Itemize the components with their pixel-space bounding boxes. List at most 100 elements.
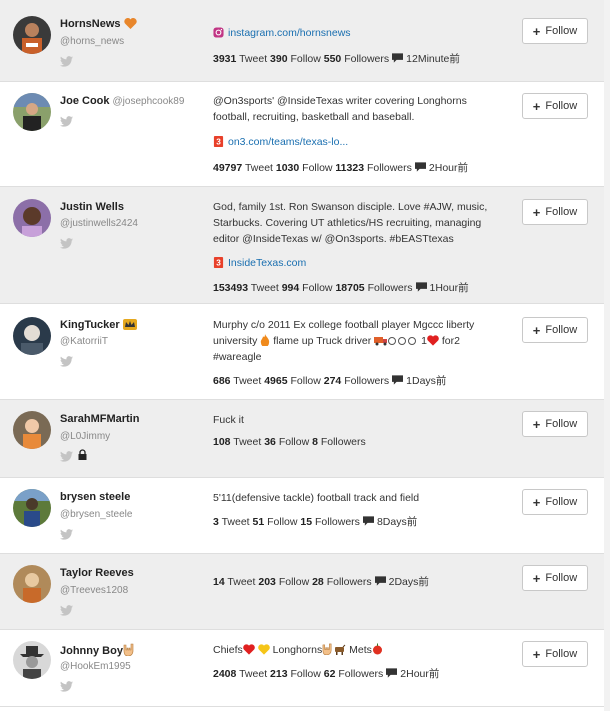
scrollbar[interactable] xyxy=(604,0,610,711)
last-active-time: 2Hour前 xyxy=(428,162,469,174)
user-stats: 153493 Tweet 994 Follow 18705 Followers 1… xyxy=(213,282,469,294)
profile-link[interactable]: 3 on3.com/teams/texas-lo... xyxy=(213,136,348,148)
red-heart-icon xyxy=(242,644,255,655)
on3-icon: 3 xyxy=(213,136,224,147)
twitter-bird-icon[interactable] xyxy=(60,605,73,616)
follow-button[interactable]: + Follow xyxy=(522,93,588,119)
crown-icon xyxy=(122,319,137,330)
profile-link-text[interactable]: InsideTexas.com xyxy=(228,257,306,269)
user-stats: 49797 Tweet 1030 Follow 11323 Followers 2… xyxy=(213,162,469,174)
last-active-time: 12Minute前 xyxy=(406,53,460,65)
on3-icon: 3 xyxy=(213,257,224,268)
user-stats: 3 Tweet 51 Follow 15 Followers 8Days前 xyxy=(213,516,418,528)
last-active-time: 1Days前 xyxy=(406,375,447,387)
profile-link-text[interactable]: on3.com/teams/texas-lo... xyxy=(228,136,348,148)
user-name[interactable]: brysen steele xyxy=(60,491,130,503)
orange-heart-icon xyxy=(123,18,137,29)
follow-button[interactable]: + Follow xyxy=(522,411,588,437)
user-handle: @horns_news xyxy=(60,36,125,47)
user-name[interactable]: KingTucker xyxy=(60,319,120,331)
lock-icon xyxy=(78,449,87,460)
comment-icon xyxy=(375,576,386,586)
list-item: Taylor Reeves @Treeves1208 14 Tweet 203 … xyxy=(0,554,604,630)
yellow-heart-icon xyxy=(257,644,270,655)
follow-button[interactable]: + Follow xyxy=(522,565,588,591)
last-active-time: 2Days前 xyxy=(388,576,429,588)
user-bio: @On3sports' @InsideTexas writer covering… xyxy=(213,95,467,123)
follow-button[interactable]: + Follow xyxy=(522,317,588,343)
avatar[interactable] xyxy=(13,199,51,237)
user-stats: 2408 Tweet 213 Follow 62 Followers 2Hour前 xyxy=(213,668,440,680)
plus-icon: + xyxy=(532,646,541,662)
list-item: HornsNews @horns_news instagram.com/horn… xyxy=(0,0,604,82)
hook-em-hand-icon xyxy=(322,643,332,655)
user-name[interactable]: SarahMFMartin xyxy=(60,413,139,425)
avatar[interactable] xyxy=(13,489,51,527)
follow-button[interactable]: + Follow xyxy=(522,18,588,44)
user-stats: 14 Tweet 203 Follow 28 Followers 2Days前 xyxy=(213,576,429,588)
user-name[interactable]: Joe Cook xyxy=(60,95,110,107)
list-item: SarahMFMartin @L0Jimmy Fuck it 108 Tweet… xyxy=(0,400,604,478)
user-handle: @Treeves1208 xyxy=(60,585,129,596)
comment-icon xyxy=(386,668,397,678)
follow-button[interactable]: + Follow xyxy=(522,489,588,515)
user-stats: 108 Tweet 36 Follow 8 Followers xyxy=(213,436,366,448)
list-item: Johnny Boy @HookEm1995 Chiefs Longhorns … xyxy=(0,630,604,707)
list-item: brysen steele @brysen_steele 5'11(defens… xyxy=(0,478,604,554)
user-name[interactable]: Johnny Boy xyxy=(60,645,123,657)
user-bio: Murphy c/o 2011 Ex college football play… xyxy=(213,319,475,363)
comment-icon xyxy=(415,162,426,172)
user-stats: 686 Tweet 4965 Follow 274 Followers 1Days… xyxy=(213,375,447,387)
svg-text:3: 3 xyxy=(216,259,221,268)
twitter-bird-icon[interactable] xyxy=(60,451,73,462)
comment-icon xyxy=(416,282,427,292)
bull-icon xyxy=(335,644,346,655)
follow-button[interactable]: + Follow xyxy=(522,641,588,667)
list-item: KingTucker @KatorriiT Murphy c/o 2011 Ex… xyxy=(0,304,604,400)
avatar[interactable] xyxy=(13,93,51,131)
profile-link[interactable]: instagram.com/hornsnews xyxy=(213,27,351,39)
twitter-bird-icon[interactable] xyxy=(60,529,73,540)
user-name[interactable]: Justin Wells xyxy=(60,201,124,213)
user-handle: @HookEm1995 xyxy=(60,661,131,672)
avatar[interactable] xyxy=(13,565,51,603)
truck-icon xyxy=(374,337,388,346)
apple-icon xyxy=(372,643,382,655)
user-bio: God, family 1st. Ron Swanson disciple. L… xyxy=(213,201,488,245)
user-name[interactable]: HornsNews xyxy=(60,18,121,30)
profile-link-text[interactable]: instagram.com/hornsnews xyxy=(228,27,351,39)
user-bio: Fuck it xyxy=(213,414,244,426)
twitter-bird-icon[interactable] xyxy=(60,356,73,367)
user-stats: 3931 Tweet 390 Follow 550 Followers 12Min… xyxy=(213,53,460,65)
heart-icon xyxy=(427,335,439,346)
plus-icon: + xyxy=(532,98,541,114)
twitter-bird-icon[interactable] xyxy=(60,116,73,127)
comment-icon xyxy=(392,375,403,385)
user-bio: Chiefs Longhorns Mets xyxy=(213,642,513,658)
hook-em-hand-icon xyxy=(123,643,134,656)
user-handle: @KatorriiT xyxy=(60,336,108,347)
comment-icon xyxy=(392,53,403,63)
user-name[interactable]: Taylor Reeves xyxy=(60,567,134,579)
twitter-bird-icon[interactable] xyxy=(60,238,73,249)
avatar[interactable] xyxy=(13,411,51,449)
dash-icon xyxy=(388,337,417,345)
twitter-bird-icon[interactable] xyxy=(60,56,73,67)
profile-link[interactable]: 3 InsideTexas.com xyxy=(213,257,306,269)
plus-icon: + xyxy=(532,23,541,39)
comment-icon xyxy=(363,516,374,526)
twitter-bird-icon[interactable] xyxy=(60,681,73,692)
follow-button[interactable]: + Follow xyxy=(522,199,588,225)
user-list: HornsNews @horns_news instagram.com/horn… xyxy=(0,0,604,707)
avatar[interactable] xyxy=(13,317,51,355)
user-bio: 5'11(defensive tackle) football track an… xyxy=(213,492,420,504)
user-handle: @L0Jimmy xyxy=(60,431,111,442)
user-handle: @josephcook89 xyxy=(112,96,185,107)
last-active-time: 1Hour前 xyxy=(429,282,469,294)
avatar[interactable] xyxy=(13,16,51,54)
svg-text:3: 3 xyxy=(216,138,221,147)
avatar[interactable] xyxy=(13,641,51,679)
fire-icon xyxy=(261,334,270,346)
user-handle: @justinwells2424 xyxy=(60,218,138,229)
plus-icon: + xyxy=(532,570,541,586)
